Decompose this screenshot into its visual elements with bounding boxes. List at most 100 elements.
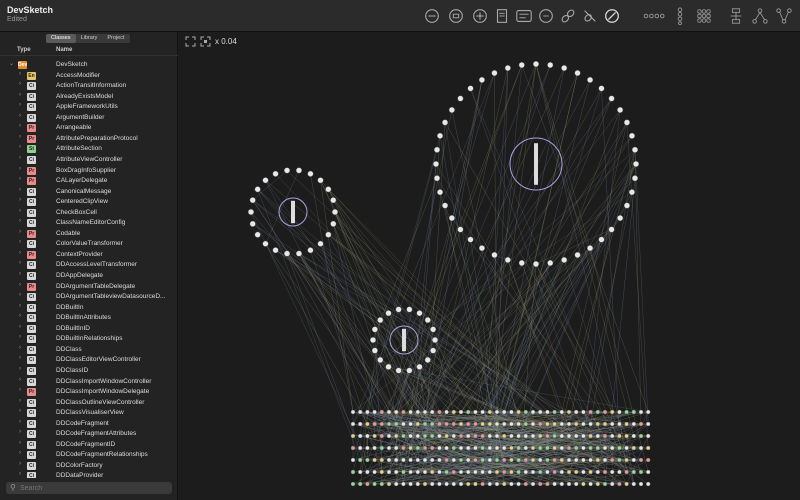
class-node[interactable] bbox=[509, 481, 514, 487]
list-item[interactable]: › Ci AlreadyExistsModel bbox=[0, 92, 178, 102]
class-node[interactable] bbox=[395, 367, 402, 374]
class-node[interactable] bbox=[566, 481, 572, 487]
class-node[interactable] bbox=[509, 421, 514, 427]
class-node[interactable] bbox=[602, 445, 608, 451]
list-item[interactable]: › Ci DDBuiltIn bbox=[0, 303, 178, 313]
list-item[interactable]: › Ci DDCodeFragment bbox=[0, 419, 178, 429]
class-node[interactable] bbox=[249, 197, 256, 204]
class-node[interactable] bbox=[379, 433, 385, 439]
class-node[interactable] bbox=[317, 177, 324, 184]
class-node[interactable] bbox=[466, 457, 471, 463]
class-node[interactable] bbox=[451, 433, 456, 439]
class-node[interactable] bbox=[262, 240, 269, 247]
list-item[interactable]: › Ci DDBuiltInRelationships bbox=[0, 334, 178, 344]
class-node[interactable] bbox=[566, 457, 572, 463]
list-item[interactable]: › Ci DDCodeFragmentRelationships bbox=[0, 450, 178, 460]
class-node[interactable] bbox=[372, 445, 377, 451]
class-node[interactable] bbox=[598, 236, 605, 243]
class-node[interactable] bbox=[587, 76, 594, 83]
class-node[interactable] bbox=[588, 481, 593, 487]
class-node[interactable] bbox=[574, 251, 581, 258]
class-node[interactable] bbox=[372, 457, 377, 463]
class-node[interactable] bbox=[451, 481, 456, 487]
class-node[interactable] bbox=[538, 469, 543, 475]
class-node[interactable] bbox=[307, 170, 314, 177]
class-node[interactable] bbox=[574, 445, 579, 451]
disclosure-icon[interactable]: › bbox=[19, 471, 21, 477]
list-item[interactable]: › Ci DDClassOutlineViewController bbox=[0, 398, 178, 408]
class-node[interactable] bbox=[494, 433, 500, 439]
class-node[interactable] bbox=[393, 445, 399, 451]
class-node[interactable] bbox=[631, 469, 636, 475]
class-node[interactable] bbox=[393, 481, 399, 487]
class-node[interactable] bbox=[372, 469, 377, 475]
class-node[interactable] bbox=[494, 481, 500, 487]
list-item[interactable]: › Ci DDArgumentTableviewDatasourceD... bbox=[0, 292, 178, 302]
class-node[interactable] bbox=[262, 177, 269, 184]
disclosure-icon[interactable]: › bbox=[19, 134, 21, 140]
disclosure-icon[interactable]: ⌄ bbox=[9, 60, 14, 67]
list-item[interactable]: › St AttributeSection bbox=[0, 144, 178, 154]
list-item[interactable]: › Ci ActionTransitInformation bbox=[0, 81, 178, 91]
class-node[interactable] bbox=[401, 469, 406, 475]
class-node[interactable] bbox=[545, 409, 550, 415]
class-node[interactable] bbox=[631, 409, 636, 415]
class-node[interactable] bbox=[491, 70, 498, 77]
class-node[interactable] bbox=[357, 481, 363, 487]
class-node[interactable] bbox=[631, 457, 636, 463]
disclosure-icon[interactable]: › bbox=[19, 81, 21, 87]
class-node[interactable] bbox=[478, 76, 485, 83]
class-node[interactable] bbox=[430, 326, 437, 333]
class-node[interactable] bbox=[395, 306, 402, 313]
class-node[interactable] bbox=[458, 469, 464, 475]
list-item[interactable]: › Ci AppleFrameworkUtils bbox=[0, 102, 178, 112]
class-node[interactable] bbox=[631, 481, 636, 487]
disclosure-icon[interactable]: › bbox=[19, 208, 21, 214]
class-node[interactable] bbox=[602, 481, 608, 487]
class-node[interactable] bbox=[429, 409, 435, 415]
class-node[interactable] bbox=[437, 457, 442, 463]
class-node[interactable] bbox=[610, 469, 615, 475]
disclosure-icon[interactable]: › bbox=[19, 102, 21, 108]
class-node[interactable] bbox=[559, 433, 564, 439]
class-node[interactable] bbox=[371, 347, 378, 354]
class-node[interactable] bbox=[574, 409, 579, 415]
class-node[interactable] bbox=[437, 421, 442, 427]
class-node[interactable] bbox=[574, 70, 581, 77]
class-node[interactable] bbox=[624, 421, 629, 427]
class-node[interactable] bbox=[566, 469, 572, 475]
class-node[interactable] bbox=[588, 469, 593, 475]
class-node[interactable] bbox=[509, 433, 514, 439]
class-node[interactable] bbox=[415, 457, 421, 463]
class-node[interactable] bbox=[646, 421, 651, 427]
class-node[interactable] bbox=[523, 457, 528, 463]
disclosure-icon[interactable]: › bbox=[19, 345, 21, 351]
class-node[interactable] bbox=[422, 457, 428, 463]
disclosure-icon[interactable]: › bbox=[19, 166, 21, 172]
class-node[interactable] bbox=[538, 445, 543, 451]
class-node[interactable] bbox=[247, 208, 254, 215]
class-node[interactable] bbox=[581, 409, 586, 415]
list-item[interactable]: › Pr ContextProvider bbox=[0, 250, 178, 260]
class-node[interactable] bbox=[530, 409, 536, 415]
class-node[interactable] bbox=[451, 445, 456, 451]
class-node[interactable] bbox=[502, 481, 507, 487]
class-node[interactable] bbox=[617, 469, 622, 475]
class-node[interactable] bbox=[408, 469, 413, 475]
class-node[interactable] bbox=[595, 457, 600, 463]
list-item[interactable]: › Ci DDAccessLevelTransformer bbox=[0, 260, 178, 270]
class-node[interactable] bbox=[317, 240, 324, 247]
class-node[interactable] bbox=[530, 481, 536, 487]
column-type-header[interactable]: Type bbox=[17, 47, 31, 53]
class-node[interactable] bbox=[480, 481, 485, 487]
class-node[interactable] bbox=[330, 197, 337, 204]
class-node[interactable] bbox=[408, 409, 413, 415]
class-node[interactable] bbox=[494, 409, 500, 415]
disclosure-icon[interactable]: › bbox=[19, 429, 21, 435]
class-node[interactable] bbox=[408, 421, 413, 427]
class-node[interactable] bbox=[538, 457, 543, 463]
class-node[interactable] bbox=[307, 247, 314, 254]
class-node[interactable] bbox=[502, 433, 507, 439]
class-node[interactable] bbox=[587, 245, 594, 252]
class-node[interactable] bbox=[357, 409, 363, 415]
